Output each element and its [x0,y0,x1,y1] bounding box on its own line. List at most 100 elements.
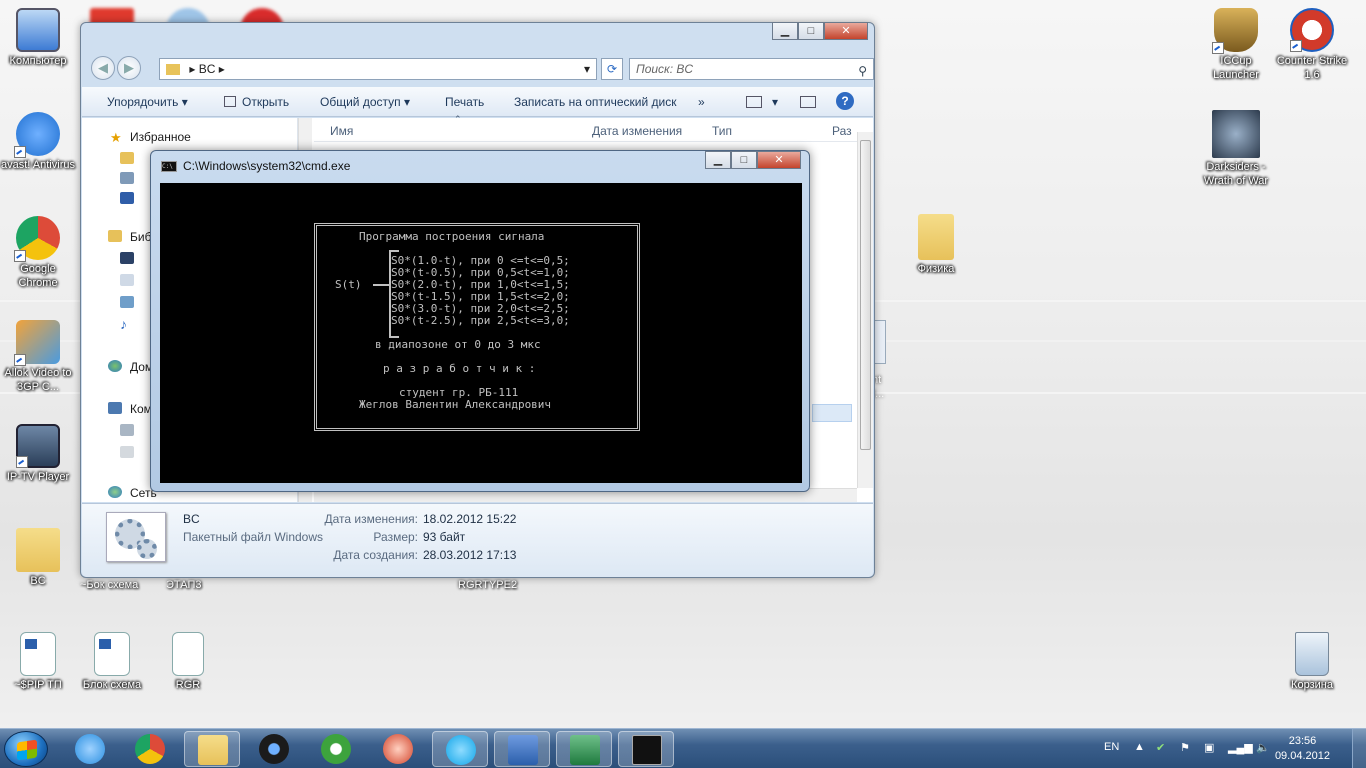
taskbar-utorrent[interactable] [308,731,364,767]
window-controls: ▁ □ ✕ [772,22,868,40]
desktop-icon-block-scheme[interactable]: Блок схема [74,632,150,692]
desktop-icon-rgr[interactable]: RGR [150,632,226,692]
security-tray-icon[interactable]: ✔ [1156,741,1165,754]
phone-converter-icon [14,320,60,366]
desktop-icon-label: IP-TV Player [6,471,70,483]
desktop-icon-computer[interactable]: Компьютер [0,8,76,68]
desktop-icon-allok[interactable]: Allok Video to 3GP C... [0,320,76,394]
desktop-icon-label: avast! Antivirus [1,159,75,171]
desktop-icon-chrome[interactable]: Google Chrome [0,216,76,290]
cmd-window[interactable]: C:\ C:\Windows\system32\cmd.exe ▁ □ ✕ Пр… [150,150,810,492]
taskbar-cmd[interactable] [618,731,674,767]
video-library-icon [120,252,134,264]
console-output[interactable]: Программа построения сигнала S(t) S0*(1.… [160,183,802,483]
column-type[interactable]: Тип [712,124,732,138]
taskbar-internet-explorer[interactable] [62,731,118,767]
author-name: Жеглов Валентин Александрович [359,398,552,411]
taskbar-skype[interactable] [432,731,488,767]
desktop-icon-avast[interactable]: avast! Antivirus [0,112,76,172]
folder-icon [166,64,180,76]
desktop-icon-darksiders[interactable]: Darksiders - Wrath of War [1198,110,1274,188]
back-button[interactable]: ◀ [91,56,115,80]
preview-pane-icon[interactable] [800,96,816,108]
device-tray-icon[interactable]: ▣ [1204,741,1214,754]
documents-library-icon [120,274,134,286]
show-desktop-button[interactable] [1352,729,1366,768]
address-dropdown-icon[interactable]: ▾ [584,59,590,79]
partial-icon-label[interactable]: RGRTYPE2 [458,579,517,591]
word-doc-icon [20,632,56,676]
open-button[interactable]: Открыть [224,95,289,109]
skype-icon [446,735,476,765]
minimize-button[interactable]: ▁ [772,22,798,40]
selected-row-highlight[interactable] [812,404,852,422]
burn-disc-button[interactable]: Записать на оптический диск [514,95,677,109]
start-button[interactable] [4,731,48,767]
desktop-icon-label: ~$PIP TП [14,679,62,691]
search-input[interactable]: Поиск: BC ⚲ [629,58,874,80]
show-hidden-icons[interactable]: ▲ [1134,741,1145,753]
batch-file-icon [106,512,166,562]
nav-favorites[interactable]: Избранное [130,130,191,144]
scrollbar-thumb[interactable] [860,140,871,450]
clock-time: 23:56 [1288,735,1317,747]
desktop-icon-label: BC [30,575,46,587]
local-disk-icon [120,424,134,436]
view-dropdown-icon[interactable]: ▾ [772,95,778,109]
partial-icon-label[interactable]: ЭТАП3 [166,579,202,591]
address-bar[interactable]: ▸ BC ▸ ▾ [159,58,597,80]
view-options-icon[interactable] [746,96,762,108]
internet-explorer-icon [75,734,105,764]
organize-button[interactable]: Упорядочить ▾ [107,95,188,109]
refresh-button[interactable]: ⟳ [601,58,623,80]
search-icon[interactable]: ⚲ [858,61,867,81]
minimize-button[interactable]: ▁ [705,151,731,169]
excel-icon [570,735,600,765]
share-button[interactable]: Общий доступ ▾ [320,95,410,109]
language-indicator[interactable]: EN [1104,741,1119,753]
network-signal-icon[interactable]: ▂▄▆ [1228,741,1253,754]
shortcut-arrow-icon [14,250,26,262]
desktop-icon [120,192,134,204]
desktop-icon-recycle-bin[interactable]: Корзина [1274,632,1350,692]
desktop-icon-counter-strike[interactable]: Counter Strike 1.6 [1274,8,1350,82]
desktop-icon-bc-folder[interactable]: BC [0,528,76,588]
column-name[interactable]: Имя [330,124,353,138]
shortcut-arrow-icon [14,354,26,366]
shortcut-arrow-icon [1212,42,1224,54]
taskbar-ccleaner[interactable] [370,731,426,767]
open-icon [224,96,236,107]
desktop-icon-iptv[interactable]: IP-TV Player [0,424,76,484]
avast-icon [14,112,60,158]
column-date[interactable]: Дата изменения [592,124,682,138]
taskbar-word[interactable] [494,731,550,767]
forward-button[interactable]: ▶ [117,56,141,80]
partial-icon-label[interactable]: ~Бок схема [80,579,138,591]
maximize-button[interactable]: □ [798,22,824,40]
desktop-icon-physics-folder[interactable]: Физика [898,214,974,276]
maximize-button[interactable]: □ [731,151,757,169]
desktop-icon-label: Counter Strike 1.6 [1276,55,1348,81]
more-commands-button[interactable]: » [698,95,705,109]
file-list-scrollbar[interactable] [857,132,873,488]
column-size[interactable]: Раз [832,124,852,138]
desktop-icon-iccup[interactable]: ICCup Launcher [1198,8,1274,82]
pictures-library-icon [120,296,134,308]
taskbar-explorer[interactable] [184,731,240,767]
close-button[interactable]: ✕ [757,151,801,169]
volume-icon[interactable]: 🔈 [1256,741,1270,754]
action-center-flag-icon[interactable]: ⚑ [1180,741,1190,754]
breadcrumb-item[interactable]: BC [199,62,216,76]
close-button[interactable]: ✕ [824,22,868,40]
taskbar-media-player[interactable] [246,731,302,767]
dvd-drive-icon [120,446,134,458]
help-icon[interactable]: ? [836,92,854,110]
taskbar-excel[interactable] [556,731,612,767]
shortcut-arrow-icon [1290,40,1302,52]
clock[interactable]: 23:56 09.04.2012 [1275,734,1330,764]
print-button[interactable]: Печать [445,95,484,109]
sort-indicator-icon: ⌃ [454,114,462,124]
function-arrow [373,284,389,286]
taskbar-chrome[interactable] [122,731,178,767]
desktop-icon-pip-doc[interactable]: ~$PIP TП [0,632,76,692]
